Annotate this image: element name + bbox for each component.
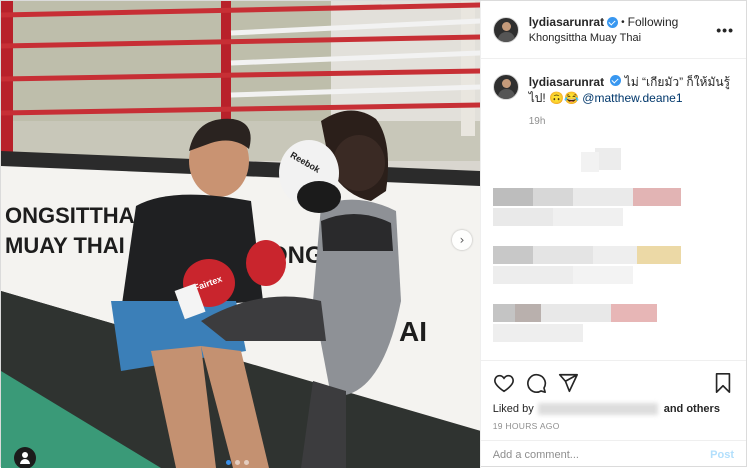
- carousel-dot: [244, 460, 249, 465]
- blurred-liker-name: [537, 403, 658, 415]
- red-glove-right: [246, 240, 286, 286]
- banner-text-left-2: MUAY THAI: [5, 233, 125, 258]
- post-actions: Liked by and others 19 HOURS AGO Post: [480, 360, 746, 468]
- likes-summary: Liked by and others: [481, 397, 746, 415]
- author-avatar[interactable]: [492, 16, 519, 43]
- carousel-dot: [226, 460, 231, 465]
- author-username[interactable]: lydiasarunrat: [529, 15, 604, 29]
- boxing-photo-illustration: ONGSITTHA MUAY THAI ONG AI Fairtex Reebo…: [1, 1, 480, 468]
- comments-section: lydiasarunrat ไม่ “เกียมัว” ก็ให้มันรู้ไ…: [481, 60, 746, 360]
- carousel-dot: [235, 460, 240, 465]
- post-sidebar: lydiasarunrat • Following Khongsittha Mu…: [479, 1, 746, 468]
- next-photo-button[interactable]: ›: [452, 230, 472, 250]
- carousel-indicator: [226, 460, 249, 465]
- add-comment-bar: Post: [480, 440, 746, 468]
- separator-dot: •: [621, 16, 625, 28]
- post-location[interactable]: Khongsittha Muay Thai: [529, 32, 717, 44]
- post-header: lydiasarunrat • Following Khongsittha Mu…: [480, 1, 746, 59]
- blurred-comments: [481, 60, 746, 360]
- action-icons: [481, 361, 746, 397]
- more-options-icon[interactable]: •••: [716, 22, 734, 38]
- liked-by-label: Liked by: [492, 403, 534, 415]
- banner-text-left-1: ONGSITTHA: [5, 203, 135, 228]
- verified-badge-icon: [607, 16, 619, 28]
- comment-input[interactable]: [492, 448, 711, 461]
- comment-icon[interactable]: [525, 372, 547, 394]
- bookmark-icon[interactable]: [712, 372, 734, 394]
- post-comment-button[interactable]: Post: [710, 449, 734, 461]
- post-photo[interactable]: ONGSITTHA MUAY THAI ONG AI Fairtex Reebo…: [1, 1, 480, 468]
- share-icon[interactable]: [557, 372, 579, 394]
- following-button[interactable]: Following: [628, 15, 679, 29]
- and-others-link[interactable]: and others: [664, 403, 720, 415]
- chevron-right-icon: ›: [459, 233, 465, 247]
- heart-icon[interactable]: [493, 372, 515, 394]
- user-tag-icon: [22, 452, 28, 458]
- banner-text-right: AI: [399, 316, 427, 347]
- tagged-users-button[interactable]: [14, 447, 36, 468]
- instagram-post: ONGSITTHA MUAY THAI ONG AI Fairtex Reebo…: [0, 0, 747, 468]
- post-timestamp[interactable]: 19 HOURS AGO: [481, 415, 746, 431]
